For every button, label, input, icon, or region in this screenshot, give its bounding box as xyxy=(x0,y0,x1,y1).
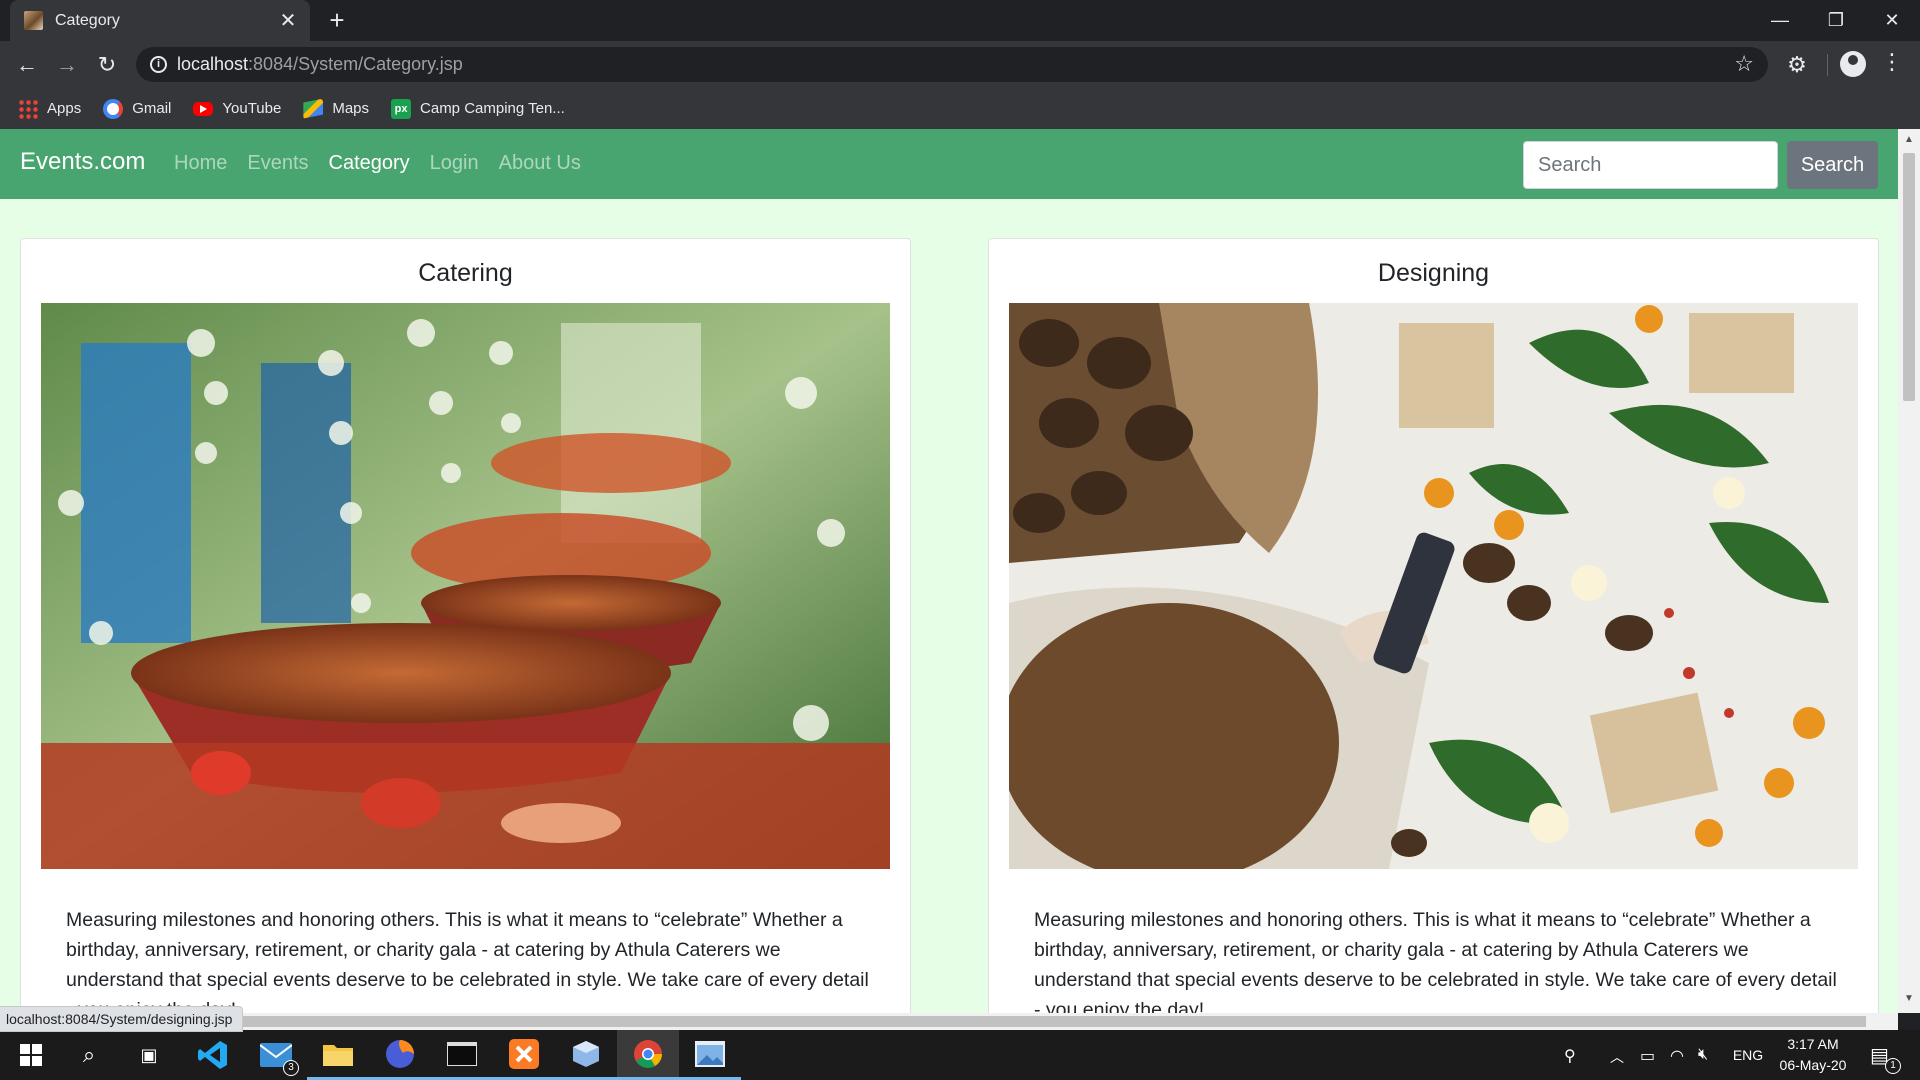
bookmark-youtube[interactable]: YouTube xyxy=(193,100,281,117)
forward-button[interactable]: → xyxy=(51,49,83,81)
search-input[interactable] xyxy=(1523,141,1778,189)
scroll-up-icon[interactable]: ▲ xyxy=(1898,134,1920,145)
people-icon[interactable]: ⚲ xyxy=(1564,1046,1576,1066)
extension-icon[interactable]: ⚙ xyxy=(1784,52,1810,78)
bookmark-maps[interactable]: Maps xyxy=(303,98,369,119)
bookmark-apps[interactable]: Apps xyxy=(18,98,81,119)
nav-category[interactable]: Category xyxy=(329,152,410,175)
card-title[interactable]: Catering xyxy=(21,259,910,288)
language-indicator[interactable]: ENG xyxy=(1730,1047,1766,1063)
nav-links: Home Events Category Login About Us xyxy=(174,152,601,175)
horizontal-scrollbar[interactable] xyxy=(0,1013,1898,1030)
tab-title: Category xyxy=(55,11,120,29)
browser-tab[interactable]: Category ✕ xyxy=(10,0,310,41)
task-view-icon[interactable]: ▣ xyxy=(118,1030,180,1080)
designing-image[interactable] xyxy=(1009,303,1858,869)
reload-button[interactable]: ↻ xyxy=(91,49,123,81)
firefox-icon[interactable] xyxy=(369,1030,431,1080)
youtube-icon xyxy=(193,101,214,116)
card-description: Measuring milestones and honoring others… xyxy=(66,909,869,1013)
browser-toolbar: ← → ↻ i localhost:8084/System/Category.j… xyxy=(0,41,1920,88)
bookmarks-bar: Apps Gmail YouTube Maps px Camp Camping T… xyxy=(0,88,1920,129)
category-card-designing[interactable]: Designing Measuring milestones and honor… xyxy=(988,238,1879,1013)
show-hidden-icons[interactable]: ︿ xyxy=(1610,1047,1624,1067)
nav-about-us[interactable]: About Us xyxy=(499,152,581,175)
vertical-scrollbar[interactable]: ▲ ▼ xyxy=(1898,129,1920,1013)
site-info-icon[interactable]: i xyxy=(150,56,167,73)
notification-badge: 1 xyxy=(1885,1058,1901,1074)
back-button[interactable]: ← xyxy=(11,49,43,81)
horizontal-scroll-thumb[interactable] xyxy=(0,1016,1866,1027)
browser-titlebar: Category ✕ + — ❐ ✕ xyxy=(0,0,1920,41)
bookmark-camp[interactable]: px Camp Camping Ten... xyxy=(391,98,565,119)
close-window-button[interactable]: ✕ xyxy=(1864,0,1920,41)
scroll-down-icon[interactable]: ▼ xyxy=(1898,993,1920,1004)
vscode-icon[interactable] xyxy=(182,1030,244,1080)
clock-date[interactable]: 06-May-20 xyxy=(1770,1057,1856,1073)
card-title[interactable]: Designing xyxy=(989,259,1878,288)
nav-events[interactable]: Events xyxy=(247,152,308,175)
chrome-icon[interactable] xyxy=(617,1030,679,1080)
mail-icon[interactable]: 3 xyxy=(245,1030,307,1080)
vertical-scroll-thumb[interactable] xyxy=(1903,153,1915,401)
virtualbox-icon[interactable] xyxy=(555,1030,617,1080)
bookmark-gmail[interactable]: Gmail xyxy=(103,98,171,119)
terminal-icon[interactable] xyxy=(431,1030,493,1080)
photos-icon[interactable] xyxy=(679,1030,741,1080)
file-explorer-icon[interactable] xyxy=(307,1030,369,1080)
xampp-icon[interactable] xyxy=(493,1030,555,1080)
bookmark-star-icon[interactable]: ☆ xyxy=(1734,51,1754,77)
start-icon[interactable] xyxy=(0,1030,62,1080)
site-brand[interactable]: Events.com xyxy=(20,148,145,176)
category-card-catering[interactable]: Catering Measuring milestones and honori… xyxy=(20,238,911,1013)
new-tab-button[interactable]: + xyxy=(322,5,352,35)
profile-avatar-icon[interactable] xyxy=(1840,51,1866,77)
clock-time[interactable]: 3:17 AM xyxy=(1770,1036,1856,1052)
restore-button[interactable]: ❐ xyxy=(1808,0,1864,41)
maps-icon xyxy=(303,98,324,119)
gmail-icon xyxy=(103,98,124,119)
site-navbar: Events.com Home Events Category Login Ab… xyxy=(0,129,1898,199)
windows-taskbar: ⌕ ▣ 3 ⚲ ︿ ▭ ◠ 🔇︎ ENG 3:17 AM 06-May-20 ▤… xyxy=(0,1030,1920,1080)
browser-menu-icon[interactable]: ⋮ xyxy=(1880,49,1904,75)
nav-home[interactable]: Home xyxy=(174,152,227,175)
status-bar-url: localhost:8084/System/designing.jsp xyxy=(0,1006,244,1032)
px-icon: px xyxy=(391,98,412,119)
url-text[interactable]: localhost:8084/System/Category.jsp xyxy=(177,54,463,75)
catering-image[interactable] xyxy=(41,303,890,869)
toolbar-divider xyxy=(1827,54,1828,76)
close-tab-icon[interactable]: ✕ xyxy=(278,8,298,33)
card-description: Measuring milestones and honoring others… xyxy=(1034,909,1837,1013)
search-button[interactable]: Search xyxy=(1787,141,1878,189)
battery-icon[interactable]: ▭ xyxy=(1640,1046,1655,1066)
address-bar[interactable]: i localhost:8084/System/Category.jsp ☆ xyxy=(136,47,1768,82)
nav-login[interactable]: Login xyxy=(430,152,479,175)
mail-badge: 3 xyxy=(283,1060,299,1076)
wifi-icon[interactable]: ◠ xyxy=(1670,1046,1684,1066)
volume-muted-icon[interactable]: 🔇︎ xyxy=(1698,1046,1708,1064)
tab-favicon-icon xyxy=(24,11,43,30)
page-viewport: Events.com Home Events Category Login Ab… xyxy=(0,129,1898,1013)
minimize-button[interactable]: — xyxy=(1752,0,1808,41)
search-icon[interactable]: ⌕ xyxy=(58,1030,120,1080)
apps-icon xyxy=(18,98,38,119)
